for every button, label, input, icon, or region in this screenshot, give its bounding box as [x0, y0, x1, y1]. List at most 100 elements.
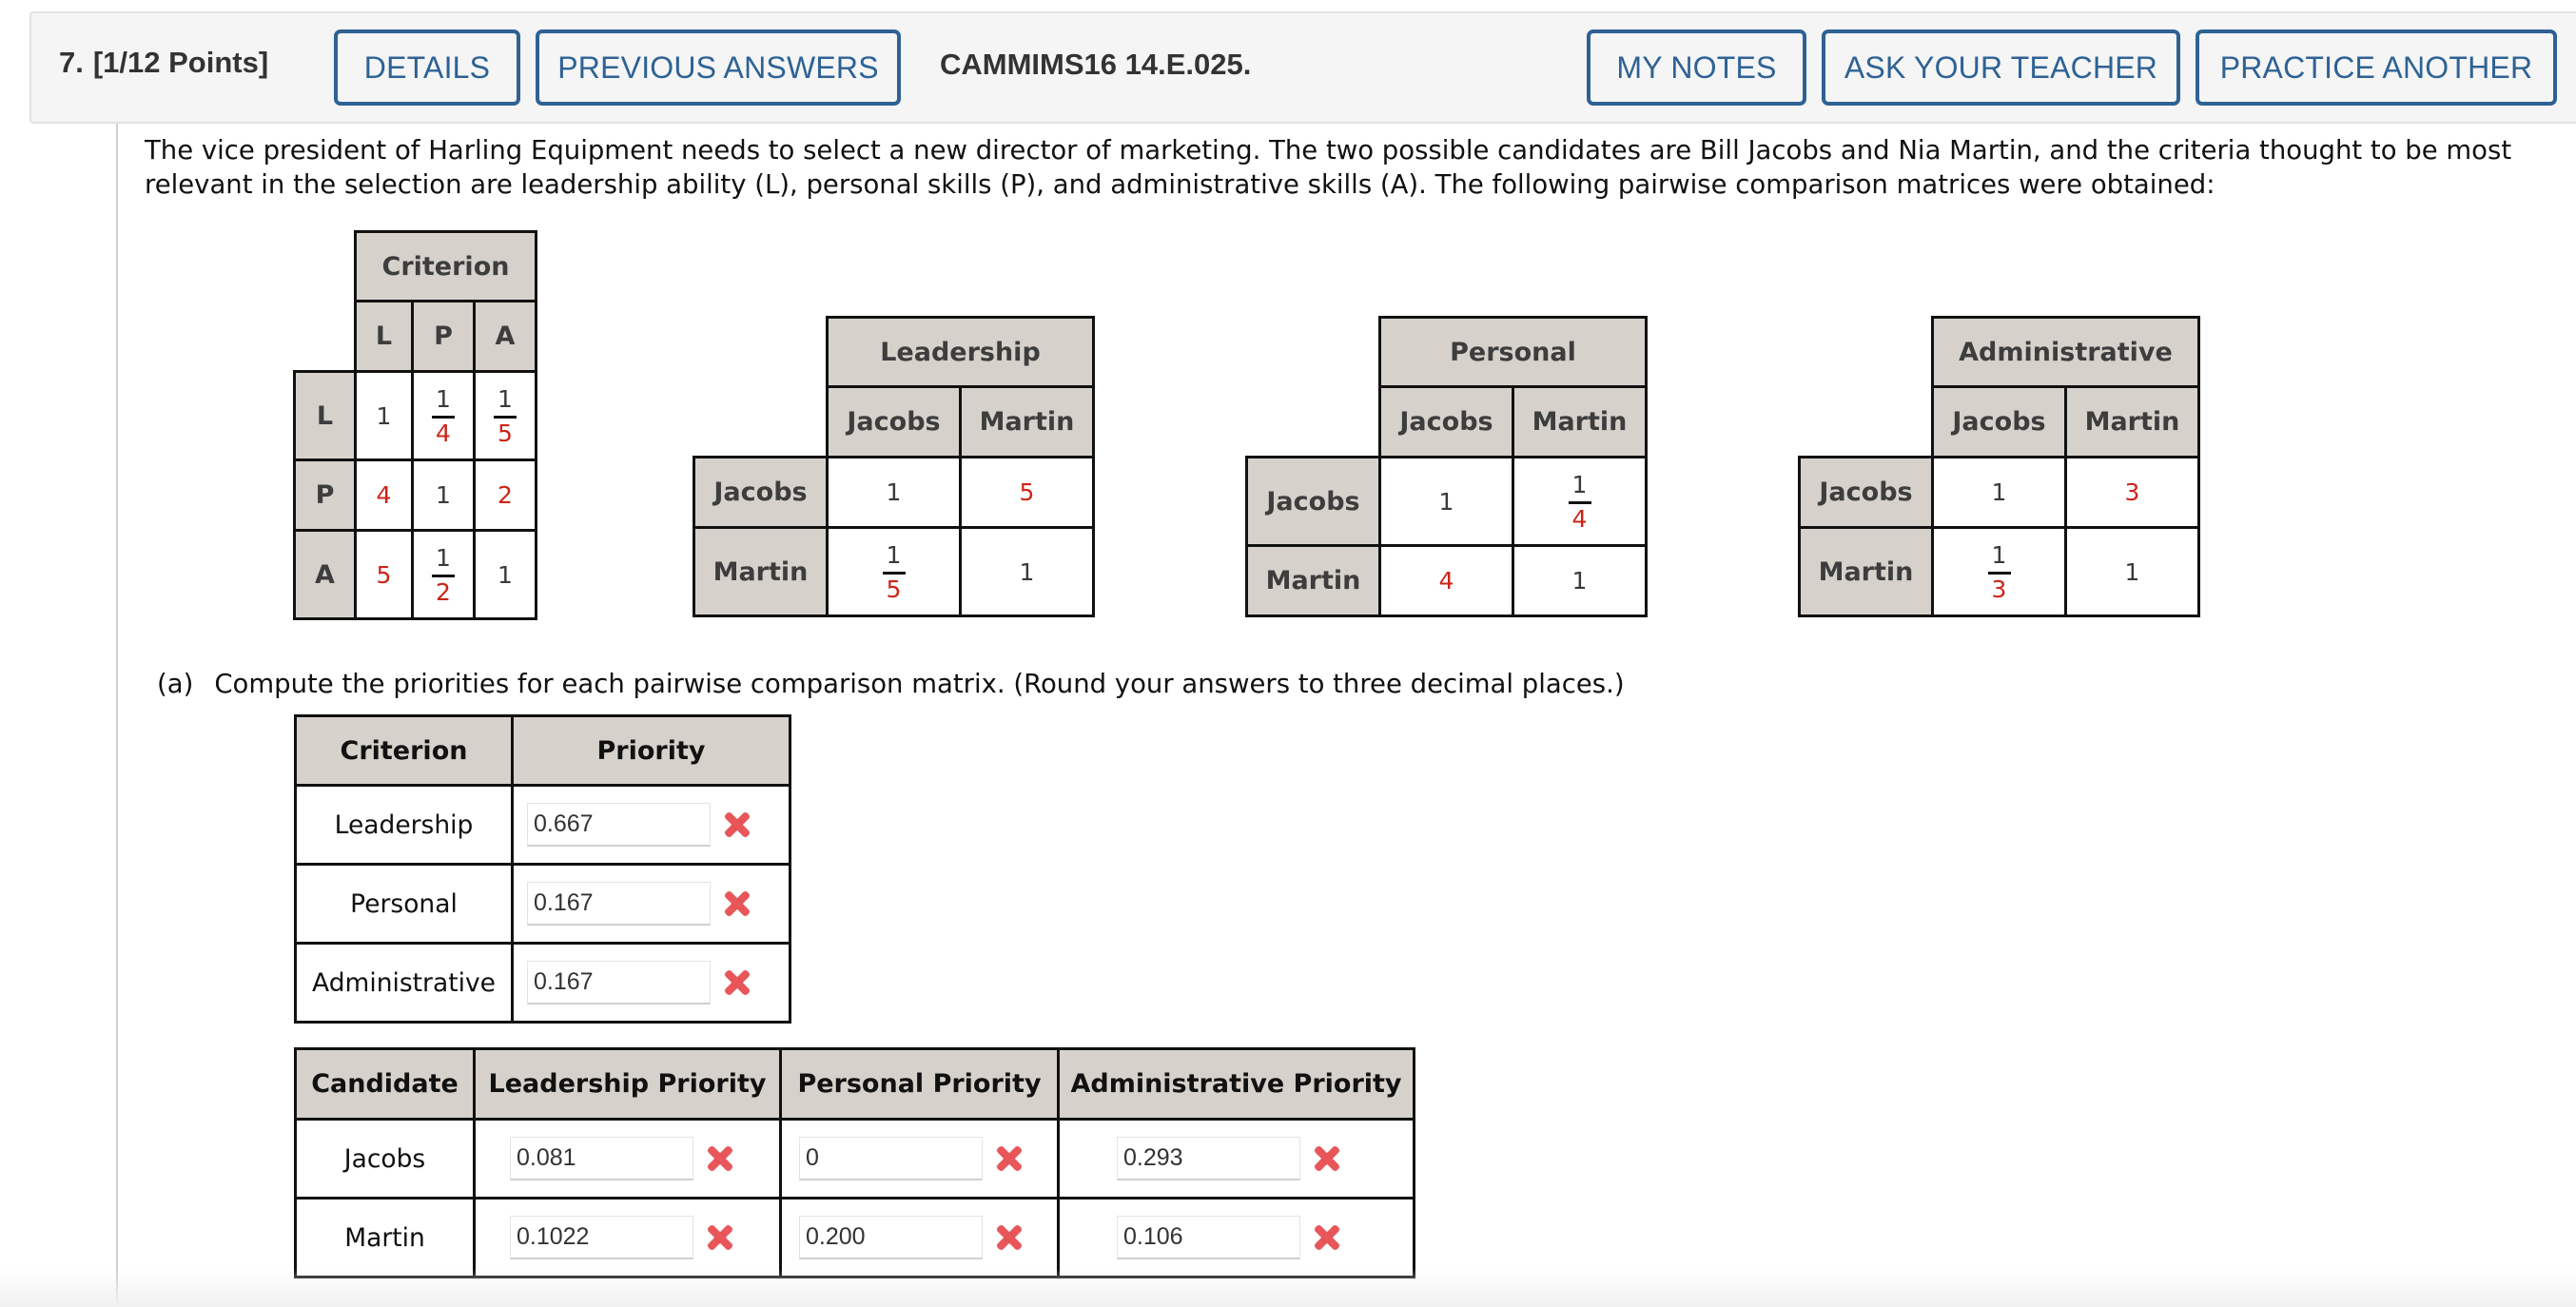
fraction: 14 [1568, 471, 1591, 533]
incorrect-x-icon [992, 1142, 1025, 1175]
fraction-numerator: 1 [498, 384, 513, 413]
details-button[interactable]: DETAILS [334, 29, 520, 106]
incorrect-x-icon [720, 966, 752, 999]
matrix-value: 4 [1438, 567, 1454, 595]
matrix-value: 1 [2124, 557, 2140, 586]
matrix-corner [694, 387, 828, 458]
fraction-bar [1987, 571, 2011, 575]
matrix-row-header: A [293, 529, 357, 620]
criterion-name: Administrative [294, 942, 514, 1024]
matrix-row-header: L [293, 370, 357, 461]
matrix-cell: 15 [826, 526, 962, 617]
answer-cell [1057, 1197, 1415, 1278]
criterion-priority-input[interactable] [527, 961, 711, 1005]
fraction-bar [1568, 500, 1591, 504]
matrix-cell: 5 [959, 456, 1095, 529]
candidate-priority-input[interactable] [510, 1216, 693, 1259]
criterion-priority-input[interactable] [527, 882, 711, 926]
matrix-value: 1 [1438, 487, 1454, 516]
matrix-column-header: A [473, 300, 537, 373]
matrix-value: 1 [1571, 567, 1588, 595]
table-row: Leadership [294, 784, 791, 866]
leadership-comparison-matrix: Leadership Jacobs Martin Jacobs 1 5 Martin 1 5 1 [693, 316, 1095, 617]
answer-field-wrapper [514, 882, 789, 926]
matrix-row-header: P [293, 458, 357, 532]
matrix-cell: 12 [411, 529, 476, 620]
matrix-title: Criterion [354, 230, 537, 302]
candidate-name: Jacobs [294, 1118, 476, 1200]
fraction-denominator: 4 [1571, 504, 1588, 533]
question-prompt: The vice president of Harling Equipment … [145, 135, 2512, 200]
matrix-cell: 1 [411, 458, 476, 532]
my-notes-button[interactable]: MY NOTES [1587, 29, 1806, 106]
matrix-cell: 1 [354, 370, 414, 461]
table-row: Jacobs [294, 1118, 1415, 1200]
fraction-denominator: 4 [436, 419, 451, 447]
fraction-denominator: 2 [436, 577, 451, 606]
matrix-row: Martin 4 1 [1245, 544, 1648, 617]
candidate-priority-input[interactable] [799, 1216, 983, 1259]
table-column-header: Administrative Priority [1057, 1047, 1415, 1121]
answer-cell [779, 1197, 1060, 1278]
table-header-row: Candidate Leadership Priority Personal Pri… [294, 1047, 1415, 1121]
matrix-corner [1247, 318, 1380, 387]
answer-cell [511, 942, 791, 1024]
matrix-row: Jacobs 1 3 [1798, 456, 2200, 529]
question-number: 7. [1/12 Points] [59, 46, 268, 80]
practice-another-button[interactable]: PRACTICE ANOTHER [2195, 29, 2557, 106]
fraction-numerator: 1 [436, 543, 451, 572]
answer-field-wrapper [476, 1137, 779, 1180]
matrix-value: 1 [436, 481, 451, 509]
matrix-column-header: Martin [2064, 385, 2200, 458]
criterion-priority-input[interactable] [527, 803, 711, 847]
matrix-title: Personal [1378, 316, 1648, 388]
candidate-priority-input[interactable] [510, 1137, 693, 1180]
criterion-comparison-matrix: Criterion L P A L 1 1 4 1 5 P 4 1 2 A 5 1 2 1 [293, 230, 537, 620]
table-row: Personal [294, 863, 791, 945]
matrix-value: 1 [376, 401, 392, 430]
matrix-corner [295, 232, 356, 302]
fraction: 14 [432, 384, 455, 447]
matrix-row: A5121 [293, 529, 537, 620]
table-column-header: Leadership Priority [473, 1047, 782, 1121]
matrix-column-header: Martin [959, 385, 1095, 458]
matrix-cell: 15 [473, 370, 537, 461]
previous-answers-button[interactable]: PREVIOUS ANSWERS [536, 29, 901, 106]
question-index: 7. [59, 46, 84, 79]
ask-your-teacher-button[interactable]: ASK YOUR TEACHER [1822, 29, 2180, 106]
incorrect-x-icon [1310, 1142, 1342, 1175]
answer-field-wrapper [514, 803, 789, 847]
matrix-row-header: Jacobs [693, 456, 829, 529]
part-a-instruction: (a) Compute the priorities for each pairw… [157, 669, 1625, 699]
personal-comparison-matrix: Personal Jacobs Martin Jacobs 1 1 4 Martin 4 1 [1245, 316, 1648, 617]
matrix-cell: 4 [354, 458, 414, 532]
table-column-header: Candidate [294, 1047, 476, 1121]
answer-field-wrapper [1060, 1216, 1413, 1259]
criterion-name: Leadership [294, 784, 514, 866]
matrix-value: 3 [2124, 478, 2140, 506]
answer-field-wrapper [782, 1216, 1057, 1259]
matrix-cell: 1 [826, 456, 962, 529]
candidate-priority-table: Candidate Leadership Priority Personal Pri… [294, 1047, 1415, 1278]
incorrect-x-icon [720, 888, 752, 920]
matrix-row: Martin 1 3 1 [1798, 526, 2200, 617]
answer-cell [779, 1118, 1060, 1200]
points-label: [1/12 Points] [92, 46, 269, 79]
fraction: 15 [882, 541, 906, 603]
matrix-cell: 1 [959, 526, 1095, 617]
fraction: 15 [494, 384, 517, 447]
fraction-numerator: 1 [436, 384, 451, 413]
answer-cell [473, 1118, 782, 1200]
candidate-priority-input[interactable] [1117, 1216, 1300, 1259]
matrix-corner [1800, 318, 1933, 387]
answer-field-wrapper [1060, 1137, 1413, 1180]
matrix-value: 5 [1019, 478, 1035, 506]
candidate-priority-input[interactable] [1117, 1137, 1300, 1180]
candidate-name: Martin [294, 1197, 476, 1278]
matrix-cell: 14 [411, 370, 476, 461]
candidate-priority-input[interactable] [799, 1137, 983, 1180]
matrix-column-header: Martin [1512, 385, 1648, 458]
matrix-row: Jacobs 1 1 4 [1245, 456, 1648, 547]
matrix-row-header: Martin [1245, 544, 1381, 617]
matrix-value: 1 [1019, 557, 1035, 586]
